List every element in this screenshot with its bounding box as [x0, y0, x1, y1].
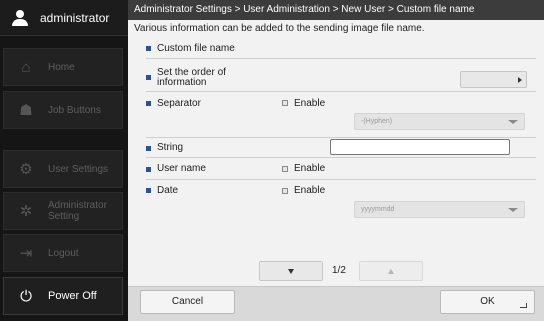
bullet-icon	[146, 188, 151, 193]
sidebar-item-label: Administrator Setting	[48, 200, 107, 222]
admin-setting-gear-icon: ✲	[19, 203, 33, 220]
job-buttons-icon: ☗	[19, 102, 33, 119]
cancel-label: Cancel	[171, 296, 204, 307]
user-icon	[12, 9, 28, 26]
chevron-right-icon	[518, 77, 522, 83]
chevron-down-icon	[508, 120, 518, 124]
sidebar-item-user-settings[interactable]: ⚙ User Settings	[3, 150, 123, 188]
sidebar-item-administrator-setting[interactable]: ✲ Administrator Setting	[3, 192, 123, 230]
sidebar: administrator ⌂ Home ☗ Job Buttons ⚙ Use…	[0, 0, 128, 321]
user-name-enable-label: Enable	[294, 163, 326, 174]
page-indicator: 1/2	[332, 265, 346, 276]
user-name: administrator	[40, 10, 110, 25]
separator-enable-label: Enable	[294, 98, 326, 109]
bullet-icon	[146, 75, 151, 80]
string-label: String	[157, 142, 184, 153]
date-format-select[interactable]: yyyymmdd	[354, 201, 525, 218]
sidebar-item-logout[interactable]: ⇥ Logout	[3, 234, 123, 272]
date-enable-checkbox[interactable]	[282, 188, 288, 194]
date-select-value: yyyymmdd	[361, 206, 395, 213]
row-user-name: User name	[146, 159, 536, 180]
sidebar-item-label: Logout	[48, 247, 79, 259]
arrow-up-icon	[388, 269, 394, 274]
set-order-label: Set the order of information	[157, 66, 226, 88]
chevron-down-icon	[508, 208, 518, 212]
sidebar-item-label: User Settings	[48, 163, 109, 175]
bullet-icon	[146, 46, 151, 51]
sidebar-item-label: Home	[48, 61, 75, 73]
page-description: Various information can be added to the …	[134, 23, 425, 34]
set-order-button[interactable]	[460, 71, 527, 88]
bullet-icon	[146, 145, 151, 151]
user-name-enable-checkbox[interactable]	[282, 166, 288, 172]
enter-icon	[520, 303, 527, 308]
bullet-icon	[146, 101, 151, 106]
power-icon: ⏻	[20, 287, 32, 305]
page-up-button[interactable]	[359, 261, 423, 281]
date-label: Date	[157, 185, 179, 196]
date-enable-label: Enable	[294, 185, 326, 196]
main-panel: Administrator Settings > User Administra…	[128, 0, 544, 321]
bullet-icon	[146, 166, 151, 172]
arrow-down-icon	[288, 269, 294, 274]
custom-file-name-label: Custom file name	[157, 42, 235, 54]
user-settings-icon: ⚙	[19, 161, 33, 178]
string-input[interactable]	[330, 139, 510, 155]
user-bar: administrator	[0, 0, 128, 36]
separator-select-value: -(Hyphen)	[361, 118, 393, 125]
page-down-button[interactable]	[259, 261, 323, 281]
breadcrumb: Administrator Settings > User Administra…	[128, 0, 544, 20]
ok-label: OK	[480, 296, 495, 307]
sidebar-item-home[interactable]: ⌂ Home	[3, 48, 123, 86]
separator-label: Separator	[157, 98, 201, 109]
home-icon: ⌂	[21, 58, 31, 76]
sidebar-item-label: Job Buttons	[48, 104, 101, 116]
separator-select[interactable]: -(Hyphen)	[354, 113, 525, 130]
separator-enable-checkbox[interactable]	[282, 100, 288, 106]
logout-icon: ⇥	[19, 245, 33, 262]
cancel-button[interactable]: Cancel	[140, 290, 235, 314]
power-off-label: Power Off	[48, 289, 97, 302]
row-custom-file-name: Custom file name	[146, 39, 536, 59]
user-name-label: User name	[157, 163, 206, 174]
ok-button[interactable]: OK	[440, 290, 535, 314]
sidebar-item-job-buttons[interactable]: ☗ Job Buttons	[3, 91, 123, 129]
power-off-button[interactable]: ⏻ Power Off	[3, 277, 123, 315]
